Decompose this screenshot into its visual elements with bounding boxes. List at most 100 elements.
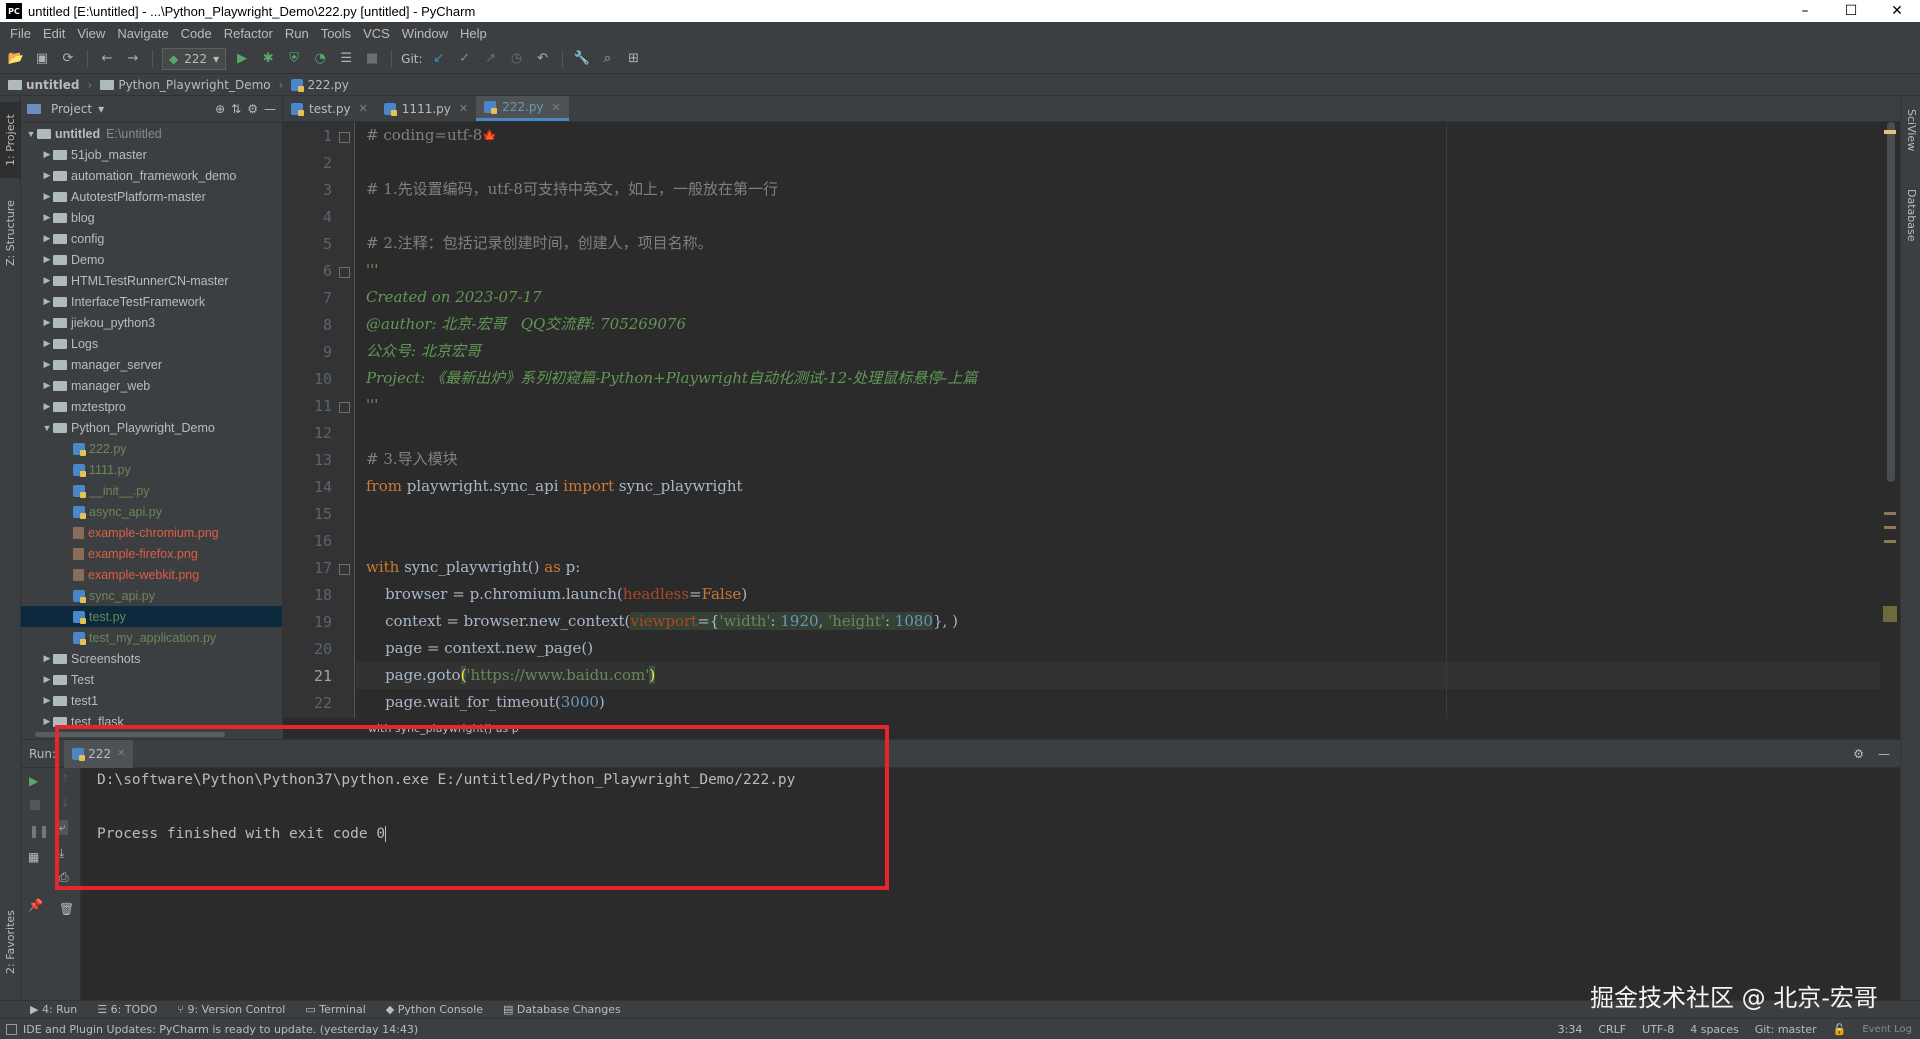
line-number[interactable]: 16 — [292, 532, 332, 550]
chevron-right-icon[interactable]: ▶ — [41, 170, 53, 181]
chevron-right-icon[interactable]: ▶ — [41, 695, 53, 706]
fold-marker-icon[interactable] — [339, 402, 350, 413]
chevron-right-icon[interactable]: ▶ — [41, 233, 53, 244]
line-number[interactable]: 1 — [292, 127, 332, 145]
line-number[interactable]: 12 — [292, 424, 332, 442]
chevron-right-icon[interactable]: ▶ — [41, 716, 53, 727]
error-stripe-marker[interactable] — [1884, 540, 1896, 543]
open-folder-icon[interactable]: 📂 — [6, 49, 26, 69]
tab-1111-py[interactable]: 1111.py ✕ — [376, 96, 476, 121]
back-arrow-icon[interactable]: ← — [97, 49, 117, 69]
line-number[interactable]: 14 — [292, 478, 332, 496]
fold-marker-icon[interactable] — [339, 132, 350, 143]
gear-icon[interactable]: ⚙ — [247, 102, 258, 116]
chevron-right-icon[interactable]: ▶ — [41, 338, 53, 349]
fold-marker-icon[interactable] — [339, 564, 350, 575]
project-tool-tab[interactable]: 1: Project — [0, 102, 21, 178]
breadcrumb-folder[interactable]: Python_Playwright_Demo — [100, 78, 271, 92]
git-push-icon[interactable]: ↗ — [481, 49, 501, 69]
line-number[interactable]: 18 — [292, 586, 332, 604]
tree-item[interactable]: ▶ blog — [21, 207, 282, 228]
search-icon[interactable]: ⌕ — [598, 49, 618, 69]
tree-item[interactable]: ▶ test1 — [21, 690, 282, 711]
tree-item[interactable]: sync_api.py — [21, 585, 282, 606]
line-number[interactable]: 13 — [292, 451, 332, 469]
tree-item[interactable]: ▶ Logs — [21, 333, 282, 354]
line-number[interactable]: 19 — [292, 613, 332, 631]
chevron-right-icon[interactable]: ▶ — [41, 653, 53, 664]
tree-item[interactable]: ▶ Demo — [21, 249, 282, 270]
tree-item[interactable]: example-firefox.png — [21, 543, 282, 564]
favorites-tool-tab[interactable]: 2: Favorites — [0, 900, 21, 984]
menu-navigate[interactable]: Navigate — [111, 26, 174, 41]
usage-marker[interactable] — [1883, 606, 1897, 622]
tree-item[interactable]: 1111.py — [21, 459, 282, 480]
hide-panel-icon[interactable]: — — [1878, 747, 1890, 761]
fold-marker-icon[interactable] — [339, 267, 350, 278]
menu-run[interactable]: Run — [279, 26, 315, 41]
line-number[interactable]: 4 — [292, 208, 332, 226]
line-number[interactable]: 6 — [292, 262, 332, 280]
run-tool-tab[interactable]: ▶ 4: Run — [30, 1003, 77, 1016]
debug-icon[interactable]: ✱ — [258, 49, 278, 69]
tree-item[interactable]: 222.py — [21, 438, 282, 459]
tree-item[interactable]: example-webkit.png — [21, 564, 282, 585]
chevron-right-icon[interactable]: ▶ — [41, 380, 53, 391]
tree-item[interactable]: ▶ manager_server — [21, 354, 282, 375]
menu-code[interactable]: Code — [175, 26, 218, 41]
forward-arrow-icon[interactable]: → — [123, 49, 143, 69]
pause-icon[interactable]: ❚❚ — [29, 824, 49, 838]
chevron-right-icon[interactable]: ▶ — [41, 359, 53, 370]
chevron-right-icon[interactable]: ▶ — [41, 674, 53, 685]
sync-icon[interactable]: ⟳ — [58, 49, 78, 69]
event-log-button[interactable]: Event Log — [1862, 1024, 1912, 1035]
line-number[interactable]: 11 — [292, 397, 332, 415]
chevron-right-icon[interactable]: ▶ — [41, 212, 53, 223]
tree-item[interactable]: ▶ manager_web — [21, 375, 282, 396]
collapse-all-icon[interactable]: ⇅ — [231, 102, 241, 116]
chevron-right-icon[interactable]: ▶ — [41, 275, 53, 286]
trash-icon[interactable]: 🗑 — [59, 902, 74, 916]
layout-icon[interactable]: ▦ — [28, 850, 39, 864]
minimize-button[interactable]: – — [1782, 0, 1828, 22]
tab-test-py[interactable]: test.py ✕ — [283, 96, 376, 121]
structure-tool-tab[interactable]: Z: Structure — [0, 188, 21, 278]
concurrency-icon[interactable]: ☰ — [336, 49, 356, 69]
chevron-right-icon[interactable]: ▶ — [41, 254, 53, 265]
menu-vcs[interactable]: VCS — [357, 26, 396, 41]
chevron-right-icon[interactable]: ▶ — [41, 296, 53, 307]
line-number[interactable]: 15 — [292, 505, 332, 523]
version-control-tool-tab[interactable]: ⑂ 9: Version Control — [177, 1003, 285, 1016]
hide-panel-icon[interactable]: — — [264, 102, 276, 116]
warning-marker[interactable] — [1884, 130, 1896, 134]
tree-item[interactable]: example-chromium.png — [21, 522, 282, 543]
profile-icon[interactable]: ◔ — [310, 49, 330, 69]
todo-tool-tab[interactable]: ☰ 6: TODO — [97, 1003, 157, 1016]
tree-item[interactable]: ▶ AutotestPlatform-master — [21, 186, 282, 207]
error-stripe-marker[interactable] — [1884, 512, 1896, 515]
editor-vertical-scrollbar[interactable] — [1880, 122, 1900, 718]
chevron-right-icon[interactable]: ▶ — [41, 401, 53, 412]
line-number[interactable]: 17 — [292, 559, 332, 577]
tree-item[interactable]: ▶ Screenshots — [21, 648, 282, 669]
line-number[interactable]: 20 — [292, 640, 332, 658]
tree-item[interactable]: test_my_application.py — [21, 627, 282, 648]
line-number[interactable]: 7 — [292, 289, 332, 307]
line-number[interactable]: 8 — [292, 316, 332, 334]
chevron-down-icon[interactable]: ▼ — [41, 423, 53, 433]
line-number[interactable]: 2 — [292, 154, 332, 172]
tree-item[interactable]: test.py — [21, 606, 282, 627]
maximize-button[interactable]: ☐ — [1828, 0, 1874, 22]
tree-item[interactable]: ▶ 51job_master — [21, 144, 282, 165]
run-with-coverage-icon[interactable]: ⛨ — [284, 49, 304, 69]
close-button[interactable]: ✕ — [1874, 0, 1920, 22]
breadcrumb-file[interactable]: 222.py — [291, 78, 349, 92]
line-number[interactable]: 22 — [292, 694, 332, 712]
breadcrumb-root[interactable]: untitled — [8, 78, 80, 92]
line-number[interactable]: 5 — [292, 235, 332, 253]
tree-item[interactable]: ▶ config — [21, 228, 282, 249]
tree-item[interactable]: __init__.py — [21, 480, 282, 501]
tree-item[interactable]: async_api.py — [21, 501, 282, 522]
git-branch-select[interactable]: Git: master — [1755, 1023, 1817, 1036]
git-update-icon[interactable]: ↙ — [429, 49, 449, 69]
